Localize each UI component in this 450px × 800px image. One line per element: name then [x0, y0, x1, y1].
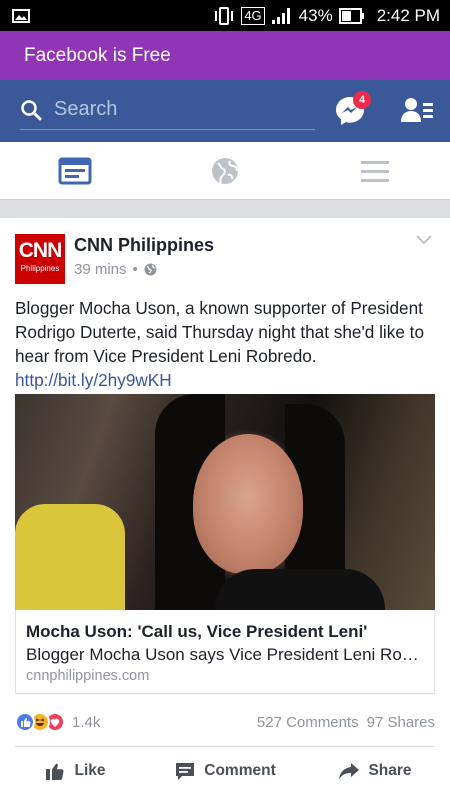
share-button[interactable]: Share [300, 748, 450, 794]
network-type: 4G [241, 6, 265, 25]
share-count[interactable]: 97 Shares [367, 714, 435, 731]
meta-separator: • [132, 261, 138, 278]
face [193, 434, 303, 574]
search-placeholder: Search [54, 98, 118, 120]
feed-spacer [0, 200, 450, 218]
reactions-summary[interactable]: 1.4k [15, 712, 100, 732]
link-domain: cnnphilippines.com [26, 668, 150, 684]
battery-percent: 43% [298, 5, 333, 25]
search-bar[interactable]: Search [20, 90, 315, 130]
free-basics-banner: Facebook is Free [0, 31, 450, 80]
post-text: Blogger Mocha Uson, a known supporter of… [15, 296, 440, 392]
globe-icon[interactable] [208, 154, 242, 188]
banner-text: Facebook is Free [24, 44, 171, 66]
logo-subtext: Philippines [20, 264, 60, 273]
link-title: Mocha Uson: 'Call us, Vice President Len… [26, 622, 368, 641]
logo-text: CNN [18, 239, 63, 262]
page-avatar[interactable]: CNN Philippines [15, 234, 65, 284]
post-card: CNN Philippines CNN Philippines 39 mins … [0, 218, 450, 800]
link-preview-image[interactable] [15, 394, 435, 610]
like-label: Like [74, 762, 106, 779]
share-arrow-icon [339, 763, 360, 779]
thumbs-up-icon [46, 763, 65, 780]
post-meta: 39 mins • [74, 261, 157, 278]
chevron-down-icon[interactable] [415, 234, 433, 246]
actions-divider [15, 746, 435, 747]
share-label: Share [368, 762, 412, 779]
comment-button[interactable]: Comment [150, 748, 300, 794]
comment-icon [176, 763, 195, 780]
news-feed-icon[interactable] [58, 154, 92, 188]
comment-label: Comment [204, 762, 276, 779]
black-top [215, 569, 385, 610]
like-reaction-icon [15, 712, 35, 732]
signal-icon [271, 7, 290, 24]
post-actions: Like Comment Share [0, 748, 450, 794]
post-link[interactable]: http://bit.ly/2hy9wKH [15, 370, 172, 390]
top-navbar: Search [0, 80, 450, 142]
like-button[interactable]: Like [0, 748, 150, 794]
link-description: Blogger Mocha Uson says Vice President L… [26, 645, 426, 664]
search-icon [21, 99, 42, 120]
hamburger-icon[interactable] [358, 154, 392, 188]
post-time[interactable]: 39 mins [74, 261, 127, 278]
messages-badge: 4 [353, 91, 371, 109]
reaction-count: 1.4k [72, 713, 101, 731]
gallery-notification-icon [12, 8, 30, 23]
bg-person-yellow [15, 504, 125, 610]
vibrate-icon [215, 6, 234, 25]
page-name[interactable]: CNN Philippines [74, 235, 214, 256]
link-preview[interactable]: Mocha Uson: 'Call us, Vice President Len… [15, 610, 435, 694]
post-body: Blogger Mocha Uson, a known supporter of… [15, 298, 425, 366]
clock: 2:42 PM [376, 5, 440, 25]
battery-icon [338, 7, 364, 24]
public-globe-icon [144, 263, 157, 276]
tab-bar [0, 142, 450, 200]
engagement-stats: 527 Comments 97 Shares [257, 714, 435, 731]
friend-requests-icon[interactable] [400, 95, 434, 127]
status-bar: 4G 43% 2:42 PM [0, 0, 450, 31]
comment-count[interactable]: 527 Comments [257, 714, 359, 731]
